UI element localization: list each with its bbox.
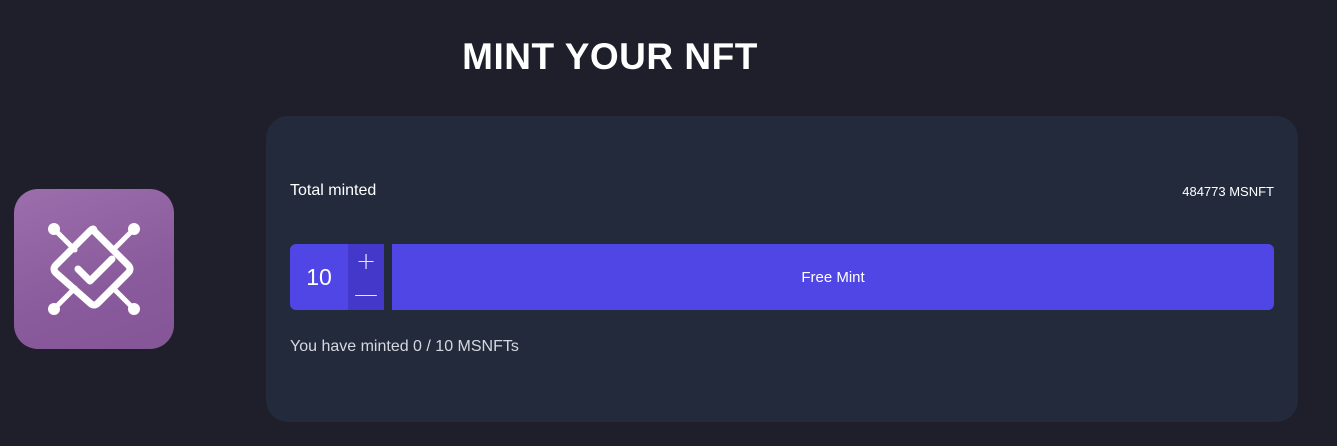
total-minted-value: 484773 MSNFT	[1182, 183, 1274, 199]
quantity-stepper-buttons: + —	[348, 244, 384, 310]
quantity-value[interactable]: 10	[290, 244, 348, 310]
page-title: MINT YOUR NFT	[462, 36, 758, 77]
total-minted-label: Total minted	[290, 182, 377, 199]
nft-logo	[14, 189, 174, 349]
quantity-stepper: 10 + —	[290, 244, 384, 310]
mint-page: MINT YOUR NFT Total minted 484773 MSNFT	[0, 0, 1337, 446]
user-minted-count: You have minted 0 / 10 MSNFTs	[290, 338, 519, 355]
mint-card: Total minted 484773 MSNFT 10 + — Free Mi…	[266, 116, 1298, 422]
nft-diamond-check-icon	[48, 223, 140, 315]
total-minted-row: Total minted 484773 MSNFT	[290, 182, 1274, 200]
mint-controls: 10 + — Free Mint	[290, 244, 1274, 310]
free-mint-button[interactable]: Free Mint	[392, 244, 1274, 310]
increment-button[interactable]: +	[348, 244, 384, 277]
decrement-button[interactable]: —	[348, 277, 384, 310]
